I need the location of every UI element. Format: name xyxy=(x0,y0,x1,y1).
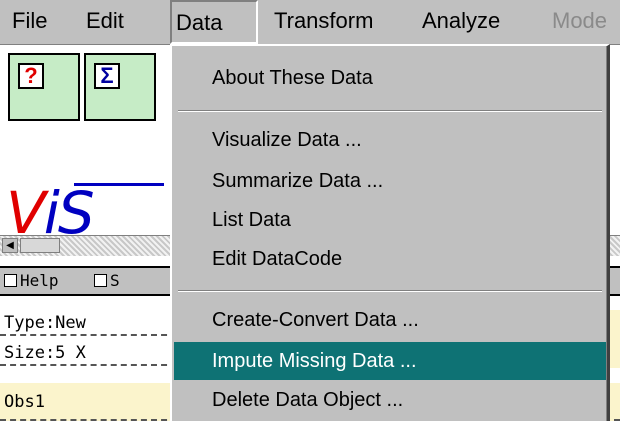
help-toolbar-button[interactable]: ? xyxy=(8,53,80,121)
menu-analyze[interactable]: Analyze xyxy=(418,0,504,44)
menu-item-list-data[interactable]: List Data xyxy=(174,201,606,239)
menu-bar: File Edit Data Transform Analyze Mode xyxy=(0,0,620,45)
second-checkbox[interactable]: S xyxy=(94,271,120,291)
menu-item-edit-datacode[interactable]: Edit DataCode xyxy=(174,240,606,278)
sigma-icon: Σ xyxy=(94,63,120,89)
menu-transform[interactable]: Transform xyxy=(270,0,377,44)
menu-item-visualize-data[interactable]: Visualize Data ... xyxy=(174,121,606,159)
scroll-left-arrow-icon[interactable]: ◀ xyxy=(2,238,18,253)
help-checkbox-label: Help xyxy=(20,271,59,290)
scroll-thumb[interactable] xyxy=(20,238,60,253)
help-checkbox[interactable]: Help xyxy=(4,271,59,291)
menu-data[interactable]: Data xyxy=(170,0,258,44)
menu-edit[interactable]: Edit xyxy=(82,0,128,44)
menu-item-summarize-data[interactable]: Summarize Data ... xyxy=(174,162,606,200)
menu-separator xyxy=(178,110,602,112)
menu-item-delete-data-object[interactable]: Delete Data Object ... xyxy=(174,381,606,419)
menu-item-create-convert-data[interactable]: Create-Convert Data ... xyxy=(174,301,606,339)
menu-model[interactable]: Mode xyxy=(548,0,611,44)
menu-separator xyxy=(178,290,602,292)
menu-file[interactable]: File xyxy=(8,0,51,44)
summary-toolbar-button[interactable]: Σ xyxy=(84,53,156,121)
menu-item-impute-missing-data[interactable]: Impute Missing Data ... xyxy=(174,342,606,380)
data-menu-dropdown: About These Data Visualize Data ... Summ… xyxy=(170,44,610,421)
menu-item-about-these-data[interactable]: About These Data xyxy=(174,59,606,97)
checkbox-icon xyxy=(4,274,17,287)
second-checkbox-label: S xyxy=(110,271,120,290)
checkbox-icon xyxy=(94,274,107,287)
question-mark-icon: ? xyxy=(18,63,44,89)
